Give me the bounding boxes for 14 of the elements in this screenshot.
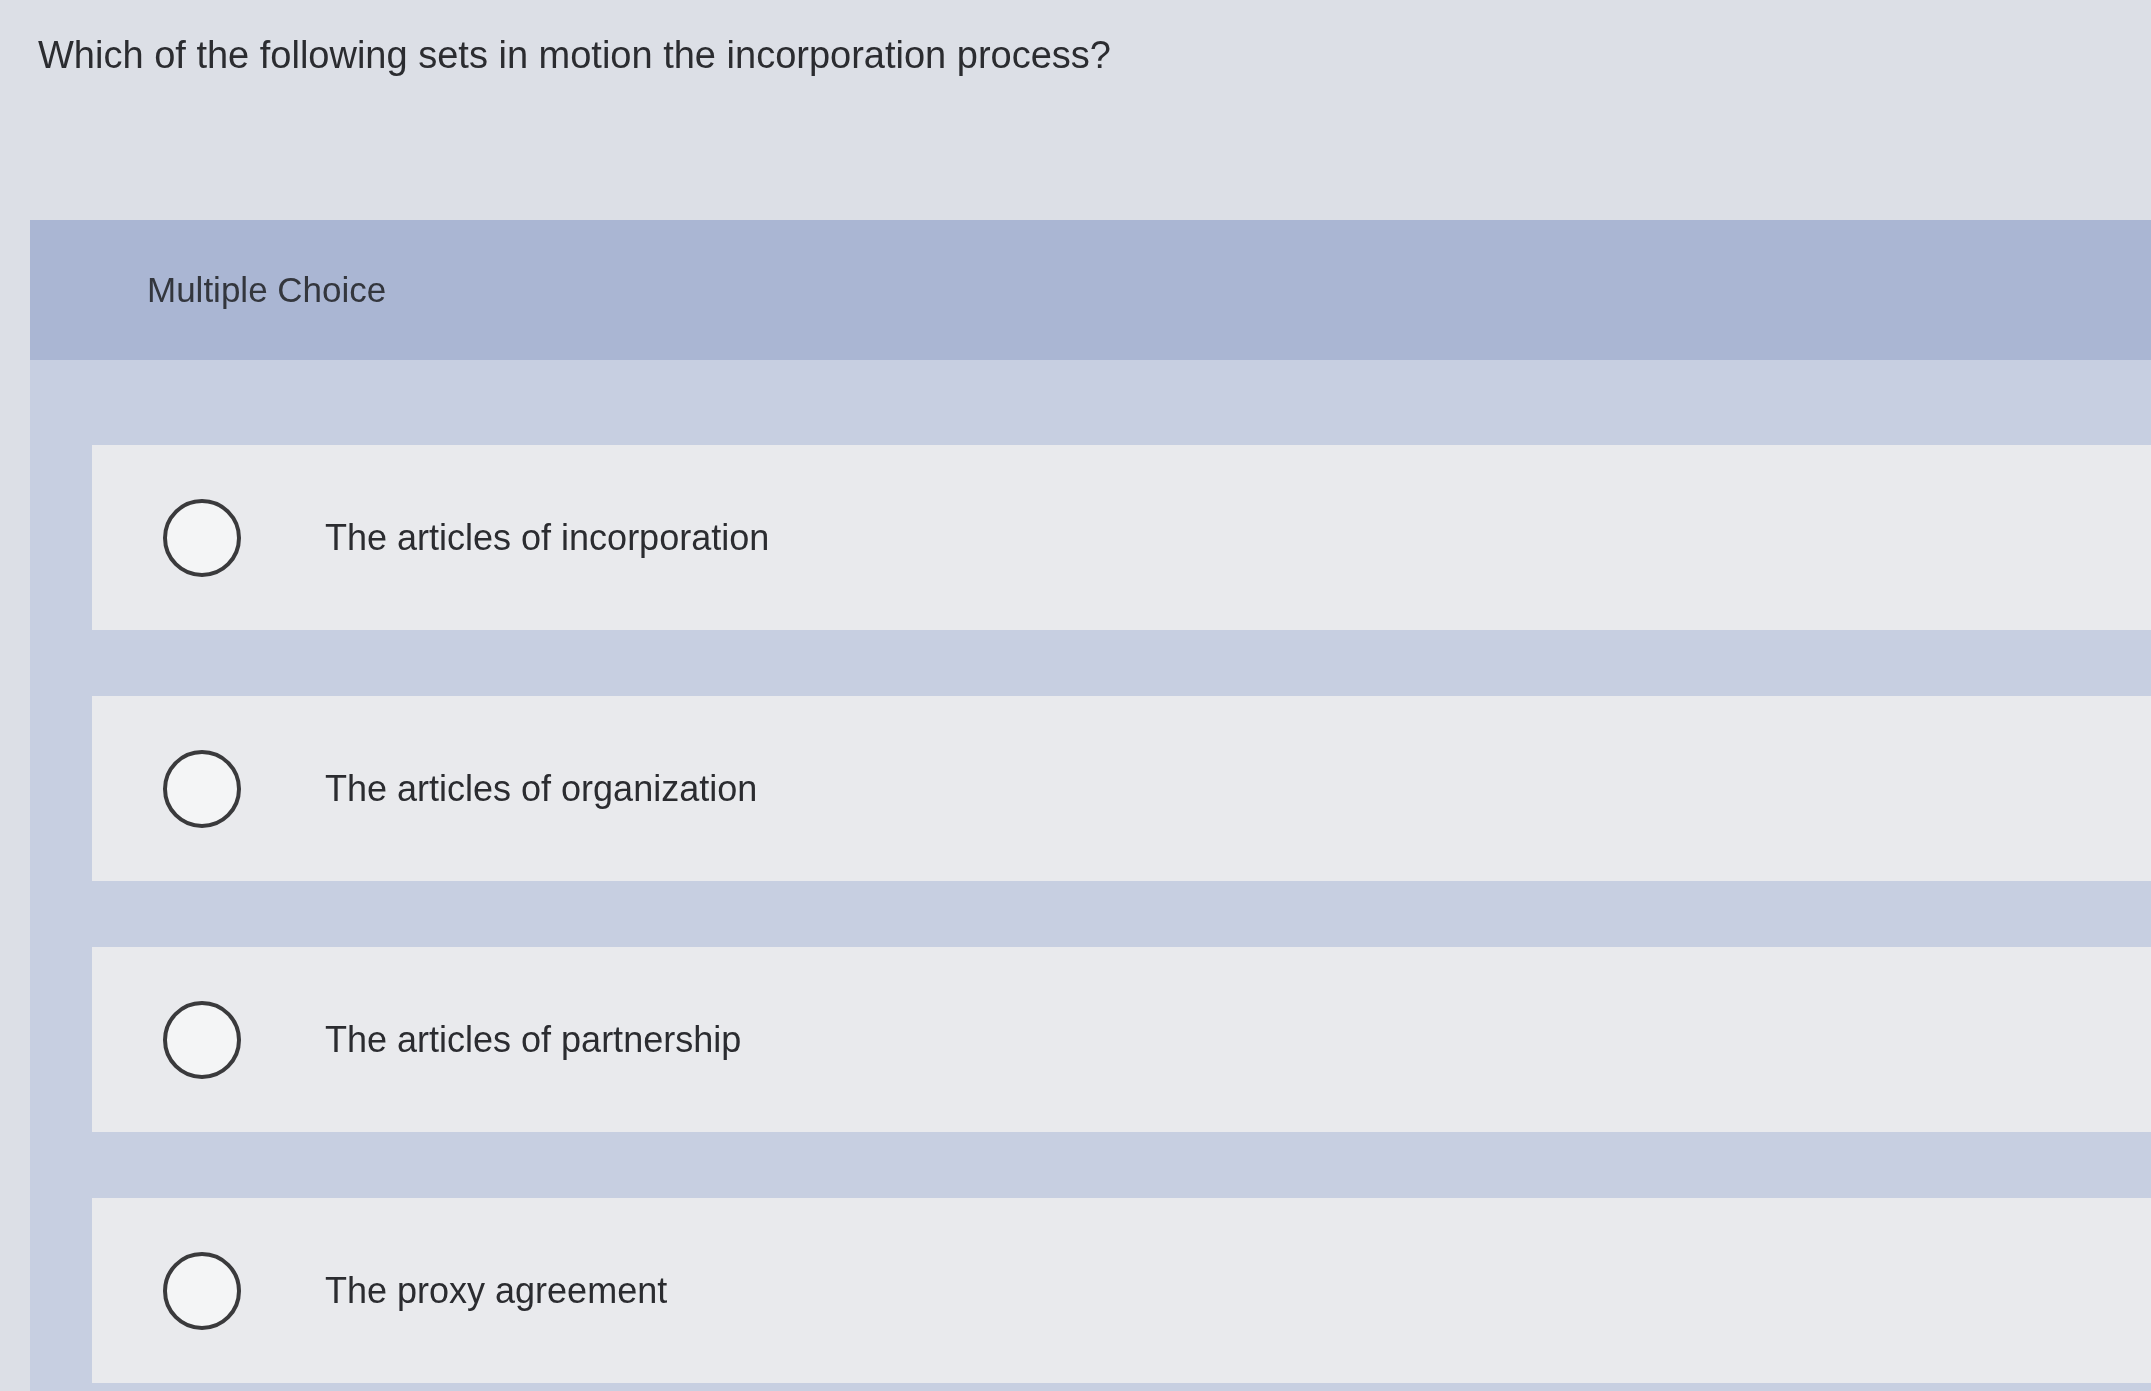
answer-choice[interactable]: The articles of incorporation (92, 445, 2151, 630)
radio-button[interactable] (162, 497, 242, 578)
choice-label: The articles of organization (325, 767, 758, 810)
answer-choice[interactable]: The articles of partnership (92, 947, 2151, 1132)
question-type-label: Multiple Choice (147, 270, 387, 310)
choice-label: The proxy agreement (325, 1269, 668, 1312)
choice-label: The articles of partnership (325, 1018, 742, 1061)
radio-button[interactable] (162, 999, 242, 1080)
question-text: Which of the following sets in motion the incorporation process? (38, 33, 1112, 78)
answer-choice[interactable]: The proxy agreement (92, 1198, 2151, 1383)
radio-button[interactable] (162, 1250, 242, 1331)
choice-label: The articles of incorporation (325, 516, 770, 559)
answer-choice[interactable]: The articles of organization (92, 696, 2151, 881)
radio-button[interactable] (162, 748, 242, 829)
